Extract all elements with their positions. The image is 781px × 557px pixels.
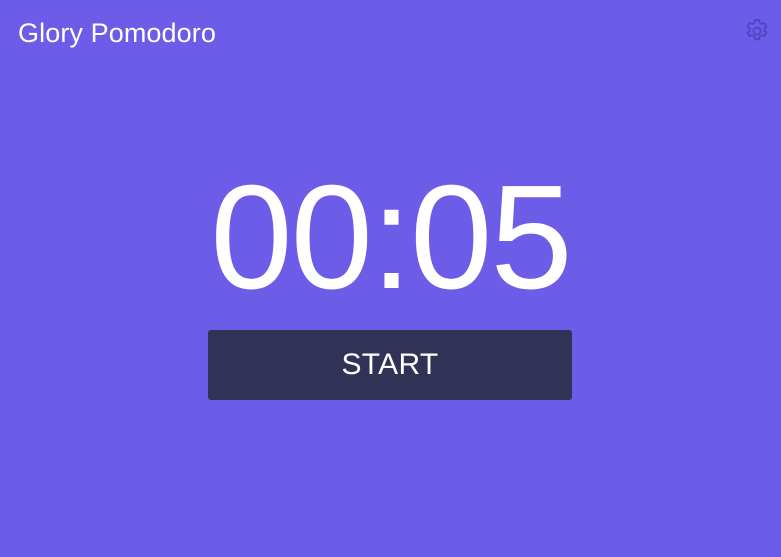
gear-icon [746,18,768,41]
settings-button[interactable] [742,16,772,46]
pomodoro-app: Glory Pomodoro 00:05 START [0,0,781,557]
timer-display: 00:05 [210,155,572,320]
app-title: Glory Pomodoro [18,18,216,48]
start-button[interactable]: START [208,330,572,400]
